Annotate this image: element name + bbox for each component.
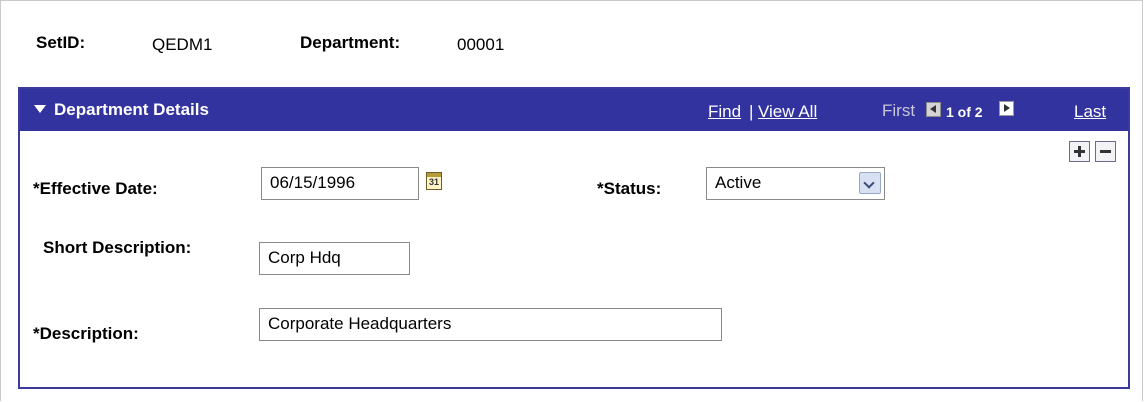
prev-row-icon[interactable] — [926, 102, 941, 117]
effective-date-field[interactable]: 06/15/1996 — [261, 167, 419, 200]
status-select[interactable]: Active — [706, 167, 885, 200]
plus-icon[interactable] — [1069, 141, 1090, 162]
setid-value: QEDM1 — [152, 35, 213, 54]
find-link[interactable]: Find — [708, 102, 741, 122]
description-label: *Description: — [33, 324, 139, 343]
view-all-link[interactable]: View All — [758, 102, 817, 122]
panel-title-toggle[interactable]: Department Details — [34, 100, 209, 120]
link-separator: | — [749, 102, 754, 121]
triangle-down-icon[interactable] — [34, 105, 46, 113]
calendar-icon[interactable]: 31 — [426, 172, 442, 190]
last-link[interactable]: Last — [1074, 102, 1106, 122]
description-field[interactable]: Corporate Headquarters — [259, 308, 722, 341]
first-label: First — [882, 101, 916, 120]
panel-header-bar: Department Details Find | View All First… — [20, 89, 1128, 131]
minus-icon[interactable] — [1095, 141, 1116, 162]
panel-title: Department Details — [54, 100, 209, 119]
status-label: *Status: — [597, 179, 662, 198]
next-row-icon[interactable] — [999, 101, 1014, 116]
calendar-day-number: 31 — [429, 177, 440, 187]
department-details-panel: Department Details Find | View All First… — [18, 87, 1130, 389]
short-description-label: Short Description: — [43, 238, 192, 257]
row-count: 1 of 2 — [946, 104, 983, 120]
chevron-down-icon[interactable] — [859, 172, 881, 194]
setid-label: SetID: — [36, 33, 86, 52]
short-description-field[interactable]: Corp Hdq — [259, 242, 410, 275]
department-value: 00001 — [457, 35, 505, 54]
effective-date-label: *Effective Date: — [33, 179, 158, 198]
status-selected-value: Active — [715, 173, 762, 192]
department-label: Department: — [300, 33, 401, 52]
